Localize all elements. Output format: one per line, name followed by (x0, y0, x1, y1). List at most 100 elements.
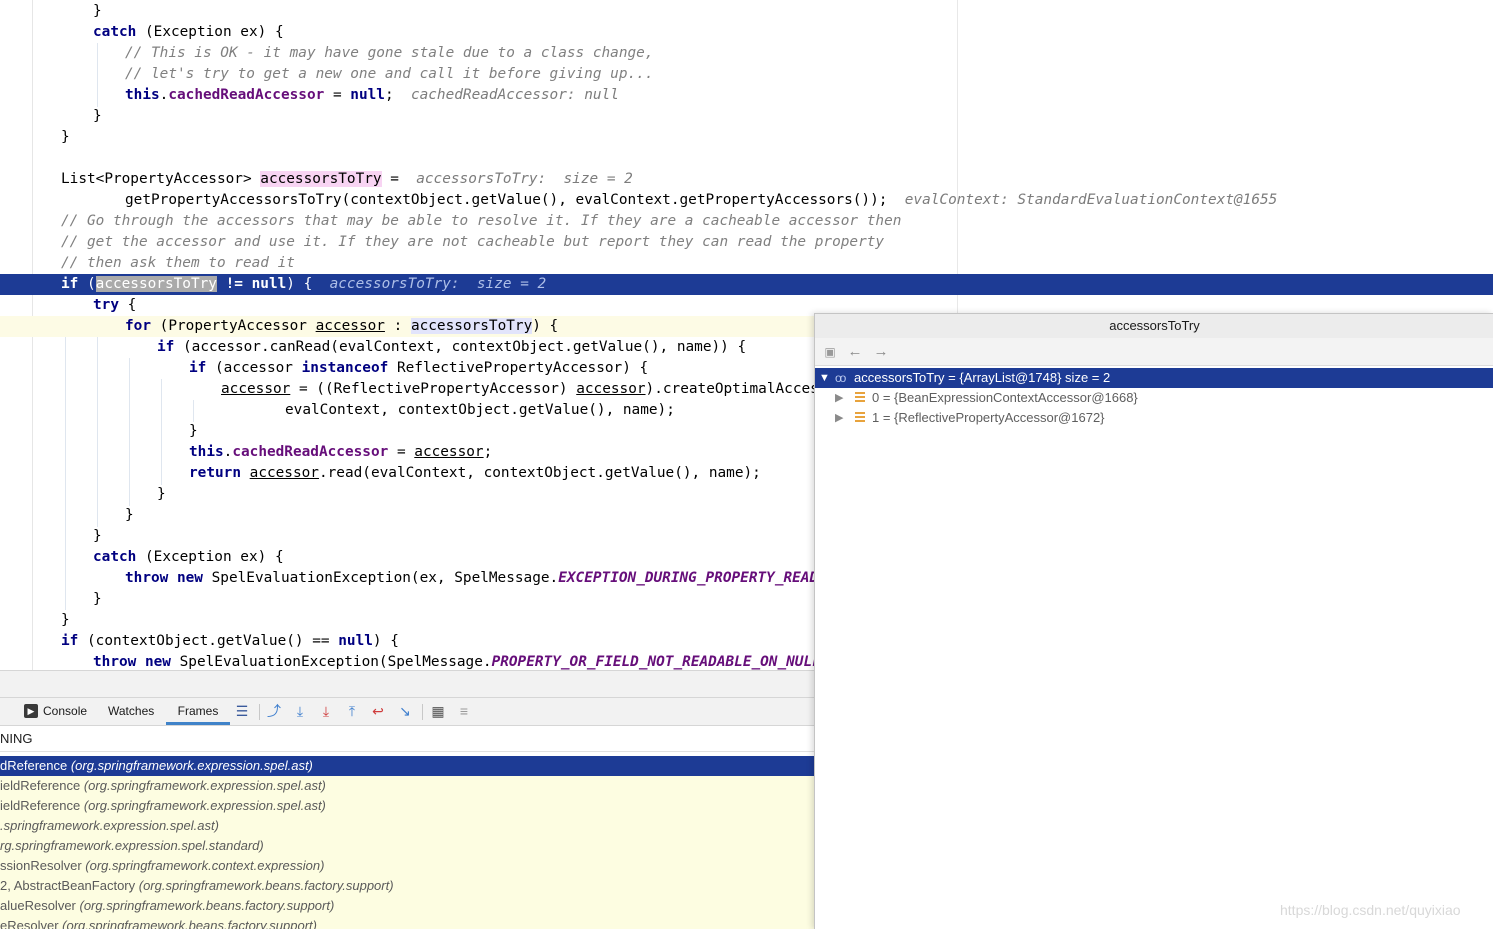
code-token: = (388, 444, 415, 460)
keyword: if (189, 360, 207, 376)
tab-console[interactable]: ▶ Console (24, 698, 96, 725)
code-line-text: } (61, 610, 70, 631)
code-line-text: } (125, 505, 134, 526)
thread-selector[interactable]: NING (0, 726, 815, 752)
expand-down-icon[interactable]: ▼ (819, 368, 830, 388)
current-execution-line[interactable]: if (accessorsToTry != null) { accessorsT… (0, 274, 1493, 295)
code-line[interactable]: getPropertyAccessorsToTry(contextObject.… (0, 190, 1493, 211)
code-line[interactable]: catch (Exception ex) { (0, 22, 1493, 43)
code-token: evalContext, contextObject.getValue(), n… (285, 402, 675, 418)
tab-watches-label: Watches (108, 704, 155, 718)
watch-glasses-icon: oo (835, 371, 846, 385)
enum-constant: EXCEPTION_DURING_PROPERTY_READ (558, 570, 819, 586)
tree-node-child[interactable]: ▶ 1 = {ReflectivePropertyAccessor@1672} (815, 408, 1493, 428)
code-line[interactable]: } (0, 1, 1493, 22)
keyword: this (189, 444, 224, 460)
code-token: ReflectivePropertyAccessor) { (388, 360, 649, 376)
navigate-icon[interactable]: ▣ (821, 343, 839, 361)
code-line[interactable]: } (0, 127, 1493, 148)
frame-row[interactable]: 2, AbstractBeanFactory (org.springframew… (0, 876, 815, 896)
trace-icon[interactable]: ≡ (455, 702, 473, 720)
code-token: = (381, 171, 417, 187)
step-into-icon[interactable]: ⤓ (291, 702, 309, 720)
code-token: (contextObject.getValue() == (78, 633, 339, 649)
tree-node-child[interactable]: ▶ 0 = {BeanExpressionContextAccessor@1668… (815, 388, 1493, 408)
drop-frame-icon[interactable]: ↩ (369, 702, 387, 720)
tab-frames-label: Frames (177, 704, 219, 718)
code-line[interactable]: // let's try to get a new one and call i… (0, 64, 1493, 85)
code-token: (Exception ex) { (136, 549, 284, 565)
step-out-icon[interactable]: ⤒ (343, 702, 361, 720)
code-token: List<PropertyAccessor> (61, 171, 261, 187)
evaluate-expression-icon[interactable]: ▦ (429, 702, 447, 720)
tree-node-root[interactable]: ▼ oo accessorsToTry = {ArrayList@1748} siz… (815, 368, 1493, 388)
code-token: } (125, 507, 134, 523)
code-line-text: } (189, 421, 198, 442)
code-line[interactable]: // get the accessor and use it. If they … (0, 232, 1493, 253)
force-step-into-icon[interactable]: ⤓ (317, 702, 335, 720)
code-line-text: catch (Exception ex) { (93, 547, 284, 568)
back-arrow-icon[interactable]: ← (846, 343, 864, 361)
list-icon (855, 392, 865, 403)
frame-row[interactable]: alueResolver (org.springframework.beans.… (0, 896, 815, 916)
frame-package: (org.springframework.beans.factory.suppo… (138, 878, 394, 893)
reassigned-variable: accessor (315, 318, 385, 334)
run-to-cursor-icon[interactable]: ↘ (396, 702, 414, 720)
code-token: SpelEvaluationException(ex, SpelMessage. (202, 570, 559, 586)
code-line[interactable]: this.cachedReadAccessor = null; cachedRe… (0, 85, 1493, 106)
code-token: (accessor.canRead(evalContext, contextOb… (174, 339, 747, 355)
expand-right-icon[interactable]: ▶ (835, 388, 843, 408)
code-line[interactable]: List<PropertyAccessor> accessorsToTry = … (0, 169, 1493, 190)
keyword: if (61, 633, 79, 649)
frame-package: (org.springframework.context.expression) (85, 858, 325, 873)
enum-constant: PROPERTY_OR_FIELD_NOT_READABLE_ON_NULL (491, 654, 821, 670)
keyword: null (338, 633, 373, 649)
code-line[interactable]: // Go through the accessors that may be … (0, 211, 1493, 232)
frame-row[interactable]: .springframework.expression.spel.ast) (0, 816, 815, 836)
expand-right-icon[interactable]: ▶ (835, 408, 843, 428)
step-over-icon[interactable]: ⤴ (265, 702, 283, 720)
code-line[interactable]: // then ask them to read it (0, 253, 1493, 274)
frame-method: ieldReference (0, 778, 81, 793)
comment: // then ask them to read it (61, 255, 295, 271)
frame-package: (org.springframework.beans.factory.suppo… (62, 918, 317, 929)
reassigned-variable: accessor (249, 465, 319, 481)
frame-row[interactable]: rg.springframework.expression.spel.stand… (0, 836, 815, 856)
watermark: https://blog.csdn.net/quyixiao (1280, 902, 1461, 918)
code-token: ( (78, 276, 96, 292)
code-token: } (61, 129, 70, 145)
code-token: } (93, 528, 102, 544)
code-token: (PropertyAccessor (151, 318, 316, 334)
tab-watches[interactable]: Watches (108, 698, 164, 725)
code-line[interactable]: // This is OK - it may have gone stale d… (0, 43, 1493, 64)
frame-method: ieldReference (0, 798, 81, 813)
forward-arrow-icon[interactable]: → (872, 343, 890, 361)
tree-node-label: accessorsToTry = {ArrayList@1748} size =… (854, 370, 1111, 385)
code-line-text: // get the accessor and use it. If they … (61, 232, 884, 253)
code-line[interactable]: } (0, 106, 1493, 127)
frame-row-selected[interactable]: dReference (org.springframework.expressi… (0, 756, 815, 776)
frame-package: rg.springframework.expression.spel.stand… (0, 838, 264, 853)
code-token: } (93, 108, 102, 124)
code-token: } (157, 486, 166, 502)
tab-frames[interactable]: Frames (166, 698, 230, 725)
frame-row[interactable]: eResolver (org.springframework.beans.fac… (0, 916, 815, 929)
code-line-text: accessor = ((ReflectivePropertyAccessor)… (221, 379, 853, 400)
code-line-text: throw new SpelEvaluationException(ex, Sp… (125, 568, 870, 589)
keyword: throw new (93, 654, 171, 670)
code-line[interactable] (0, 148, 1493, 169)
frame-row[interactable]: ssionResolver (org.springframework.conte… (0, 856, 815, 876)
frame-package: (org.springframework.beans.factory.suppo… (79, 898, 335, 913)
keyword: if (61, 276, 79, 292)
frame-package: (org.springframework.expression.spel.ast… (83, 778, 326, 793)
frame-method: dReference (0, 758, 68, 773)
frames-menu-icon[interactable]: ☰ (233, 702, 251, 720)
code-line-text: if (contextObject.getValue() == null) { (61, 631, 399, 652)
list-icon (855, 412, 865, 423)
variable-popup: accessorsToTry ▣ ← → ▼ oo accessorsToTry =… (814, 313, 1493, 929)
frame-row[interactable]: ieldReference (org.springframework.expre… (0, 776, 815, 796)
frame-row[interactable]: ieldReference (org.springframework.expre… (0, 796, 815, 816)
code-line-text: } (157, 484, 166, 505)
